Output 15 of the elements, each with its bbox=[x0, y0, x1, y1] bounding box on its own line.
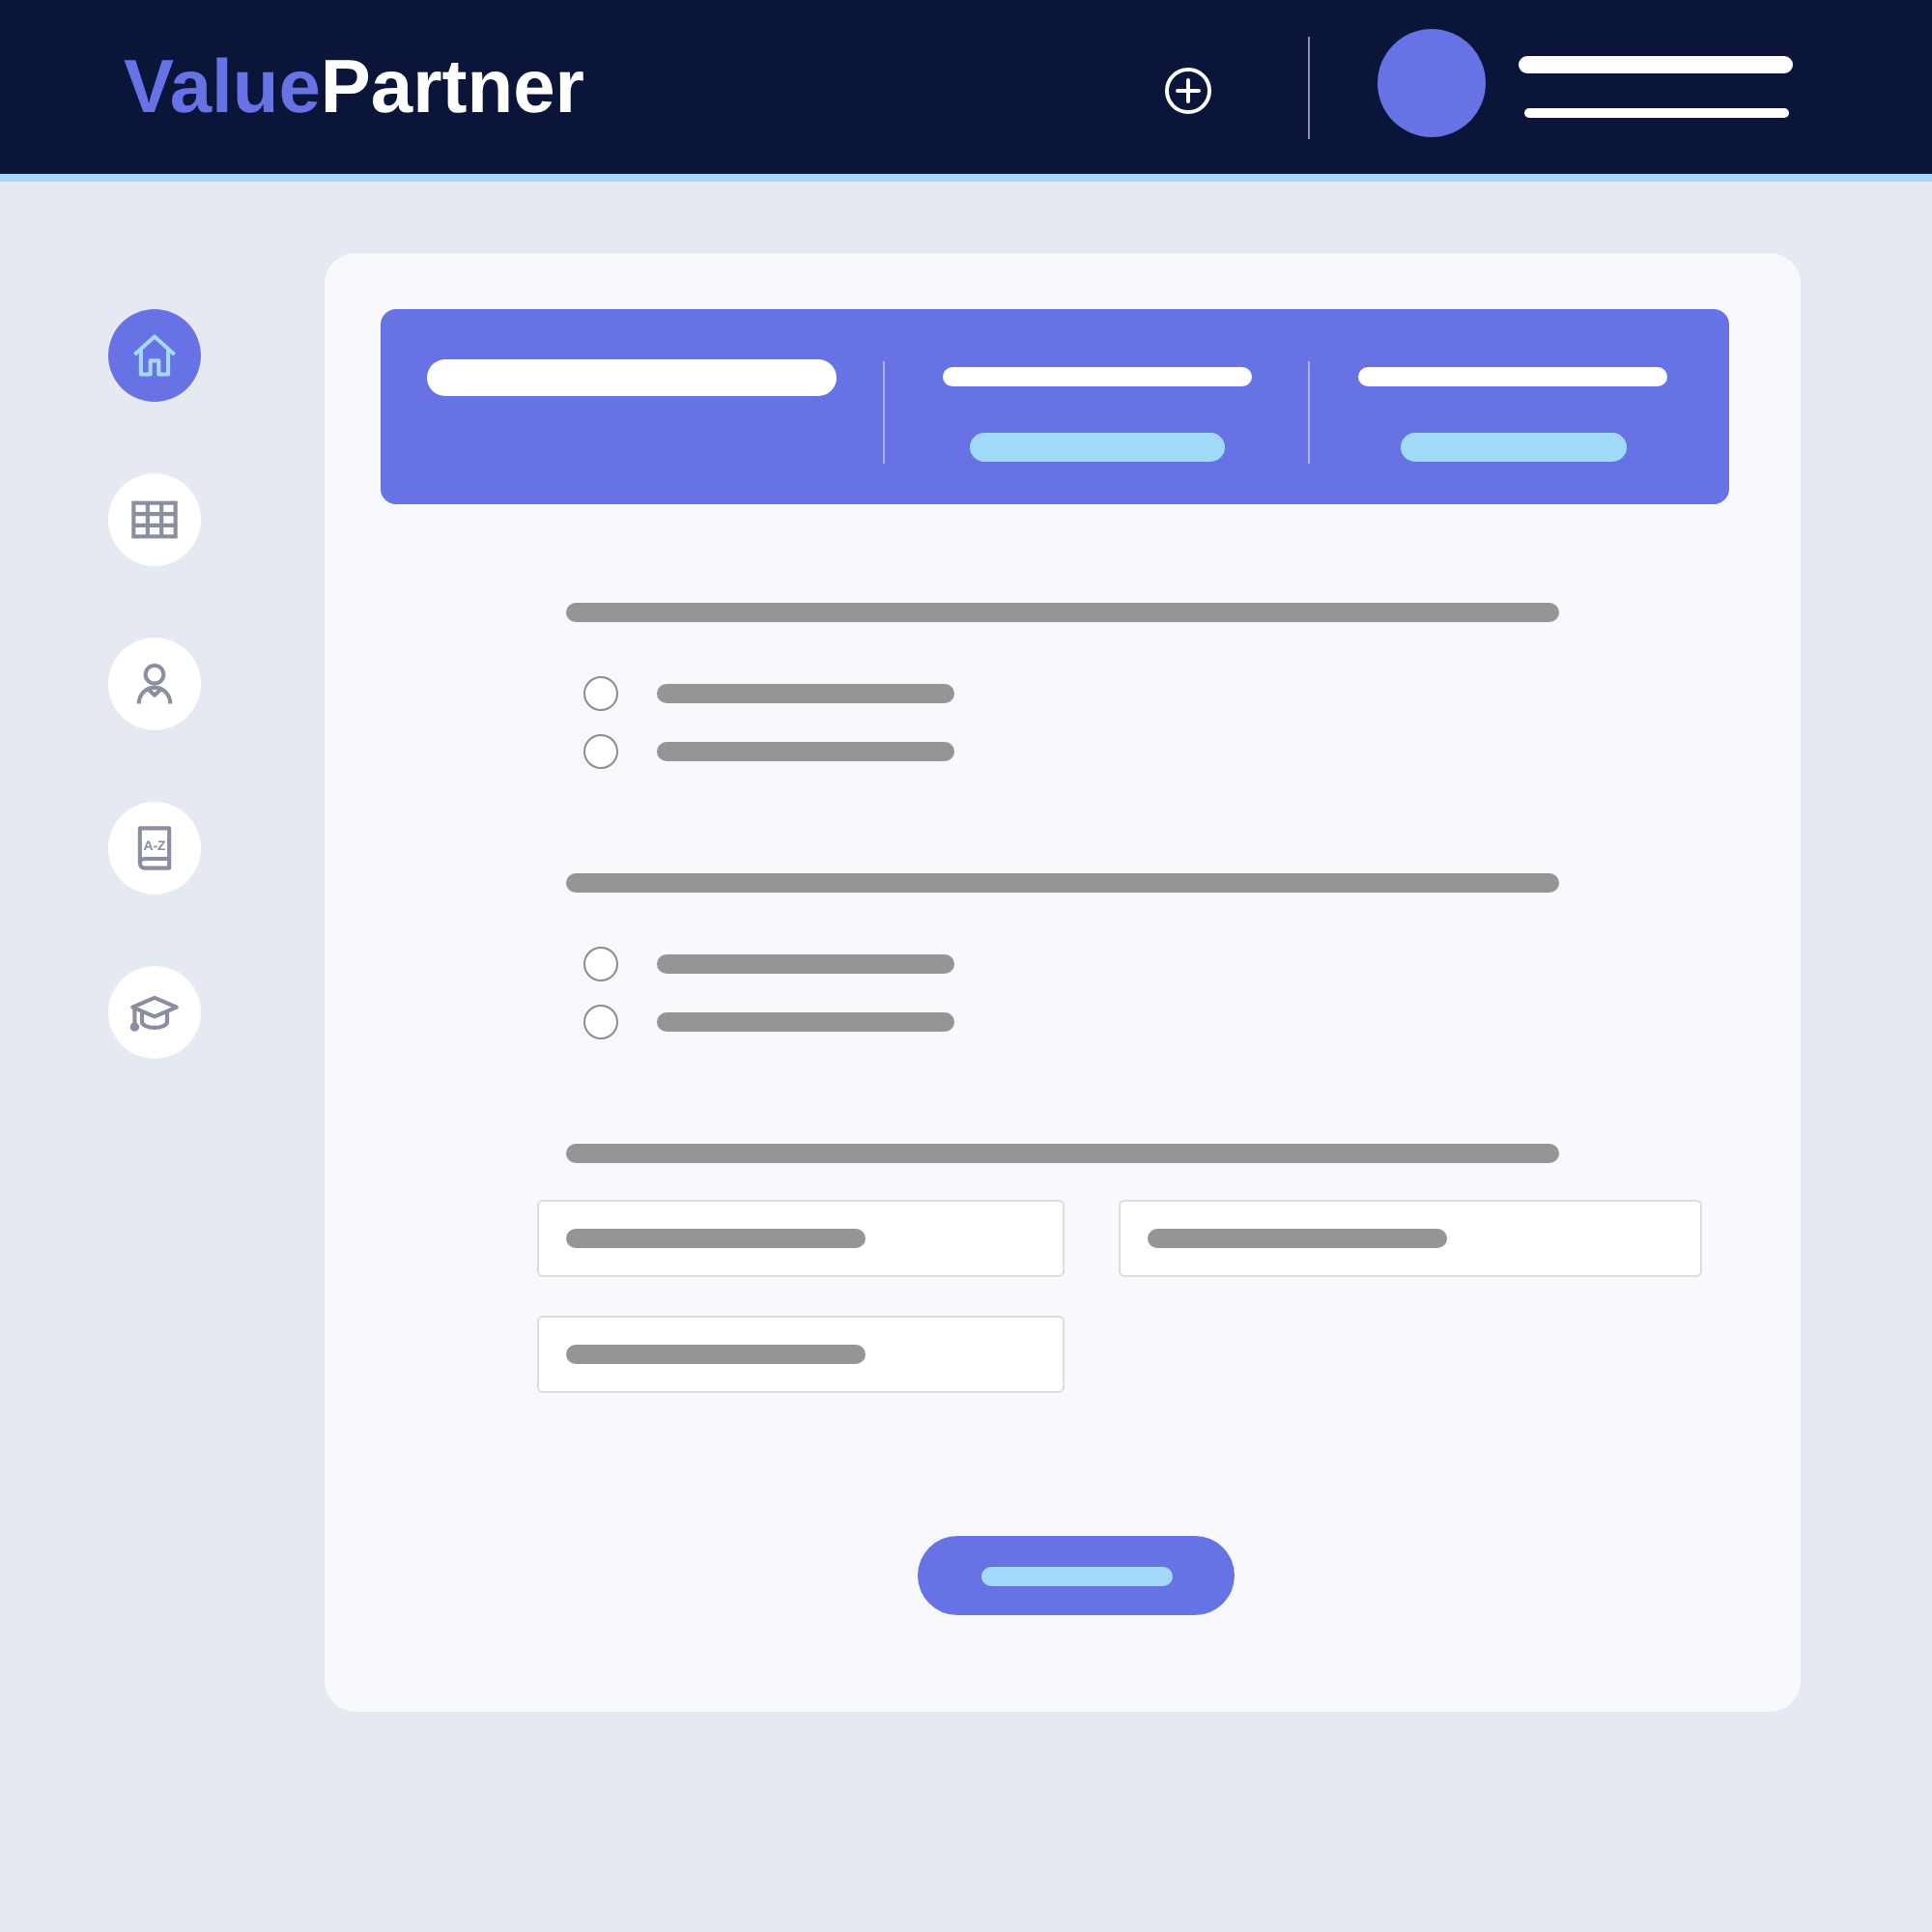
submit-button[interactable] bbox=[918, 1536, 1235, 1615]
input-field[interactable] bbox=[1119, 1200, 1702, 1277]
radio-button[interactable] bbox=[583, 1005, 618, 1039]
add-icon[interactable] bbox=[1165, 68, 1211, 114]
sidebar-item[interactable] bbox=[108, 966, 201, 1059]
radio-button[interactable] bbox=[583, 947, 618, 981]
sidebar-item[interactable] bbox=[108, 638, 201, 730]
input-field[interactable] bbox=[537, 1316, 1065, 1393]
sidebar-item[interactable] bbox=[108, 309, 201, 402]
input-field[interactable] bbox=[537, 1200, 1065, 1277]
sidebar-item[interactable] bbox=[108, 473, 201, 566]
home-icon bbox=[129, 330, 180, 381]
radio-button[interactable] bbox=[583, 734, 618, 769]
radio-button[interactable] bbox=[583, 676, 618, 711]
logo-text[interactable]: ValuePartner bbox=[124, 49, 584, 125]
